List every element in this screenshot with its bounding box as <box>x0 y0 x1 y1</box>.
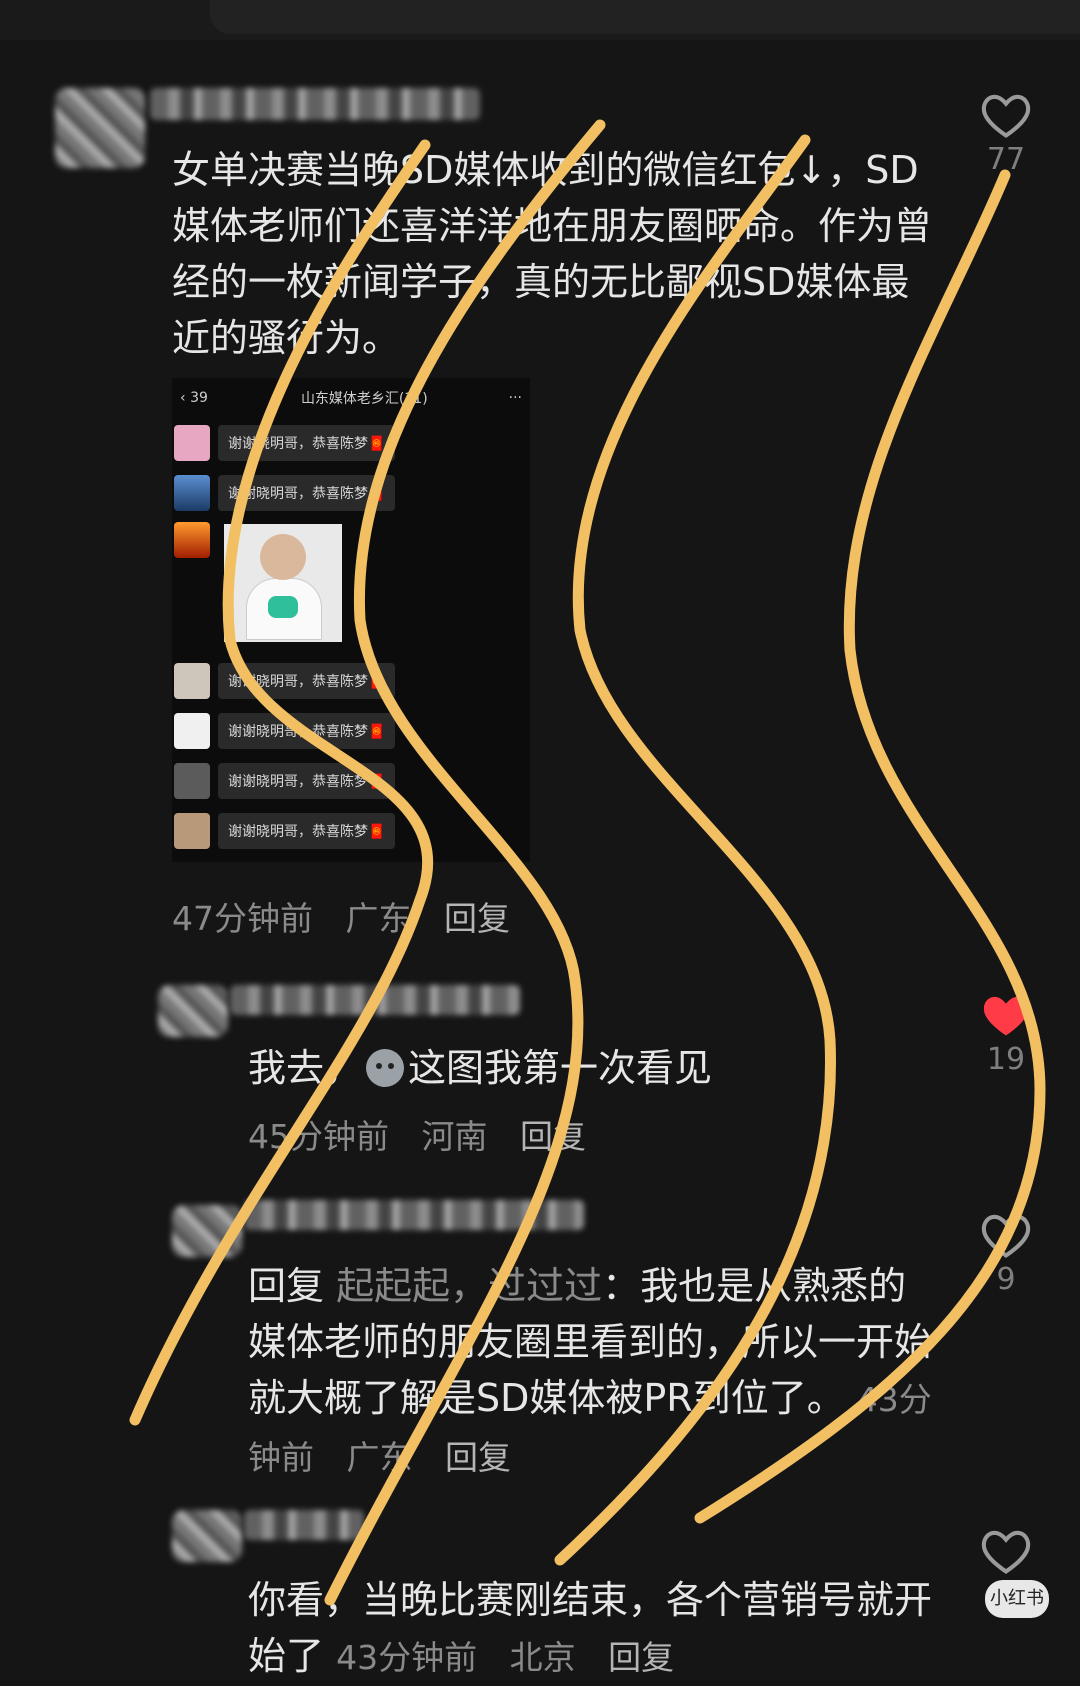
comment-text: 你看，当晚比赛刚结束，各个营销号就开始了 43分钟前 北京 回复 <box>248 1578 933 1678</box>
chat-title: 山东媒体老乡汇(31) <box>300 391 428 407</box>
chat-message: 谢谢晓明哥，恭喜陈梦🧧 <box>172 706 530 756</box>
chat-message: 谢谢晓明哥，恭喜陈梦🧧 <box>172 806 530 856</box>
avatar[interactable] <box>172 1510 242 1562</box>
heart-icon <box>981 94 1031 138</box>
comment-time: 47分钟前 <box>172 899 313 938</box>
sticker-image <box>224 524 342 642</box>
reply-button[interactable]: 回复 <box>445 1438 511 1477</box>
heart-filled-icon <box>983 996 1029 1036</box>
heart-icon <box>981 1214 1031 1258</box>
like-button[interactable]: 19 <box>976 990 1036 1077</box>
comment-location: 广东 <box>346 1438 413 1477</box>
comment-location: 广东 <box>345 899 412 938</box>
chat-message <box>172 518 530 656</box>
chat-bubble: 谢谢晓明哥，恭喜陈梦🧧 <box>218 475 396 511</box>
comment-text: 女单决赛当晚SD媒体收到的微信红包↓，SD媒体老师们还喜洋洋地在朋友圈晒命。作为… <box>172 148 933 360</box>
comment-time: 45分钟前 <box>248 1117 389 1156</box>
chat-bubble: 谢谢晓明哥，恭喜陈梦🧧 <box>218 663 396 699</box>
reply-button[interactable]: 回复 <box>608 1638 674 1677</box>
like-count: 77 <box>986 142 1026 177</box>
comment-location: 北京 <box>509 1638 576 1677</box>
avatar <box>174 663 210 699</box>
status-bar <box>0 0 1080 40</box>
top-search-bar <box>210 0 1080 34</box>
chat-bubble: 谢谢晓明哥，恭喜陈梦🧧 <box>218 763 396 799</box>
comment-meta: 45分钟前 河南 回复 <box>248 1110 608 1158</box>
avatar <box>174 522 210 558</box>
avatar <box>174 713 210 749</box>
comment-text: 我去， 这图我第一次看见 <box>248 1046 713 1090</box>
like-button[interactable]: 77 <box>976 90 1036 177</box>
username-redacted[interactable] <box>230 985 520 1015</box>
username-redacted[interactable] <box>150 88 480 120</box>
like-count: 9 <box>996 1262 1016 1297</box>
back-icon: ‹ 39 <box>180 390 208 406</box>
username-redacted[interactable] <box>244 1510 364 1540</box>
more-icon: ··· <box>508 390 522 406</box>
avatar[interactable] <box>55 88 145 168</box>
chat-bubble: 谢谢晓明哥，恭喜陈梦🧧 <box>218 713 396 749</box>
reply-prefix: 回复 <box>248 1264 325 1308</box>
like-button[interactable] <box>976 1526 1036 1576</box>
reply-button[interactable]: 回复 <box>520 1117 586 1156</box>
avatar <box>174 425 210 461</box>
reply-to-user[interactable]: 起起起，过过过 <box>336 1264 602 1308</box>
comment-time: 43分钟前 <box>336 1638 478 1677</box>
avatar <box>174 475 210 511</box>
avatar[interactable] <box>158 985 228 1037</box>
chat-bubble: 谢谢晓明哥，恭喜陈梦🧧 <box>218 425 396 461</box>
chat-message: 谢谢晓明哥，恭喜陈梦🧧 <box>172 756 530 806</box>
chat-bubble: 谢谢晓明哥，恭喜陈梦🧧 <box>218 813 396 849</box>
like-count: 19 <box>986 1042 1026 1077</box>
reply-button[interactable]: 回复 <box>444 899 510 938</box>
like-button[interactable]: 9 <box>976 1210 1036 1297</box>
chat-message: 谢谢晓明哥，恭喜陈梦🧧 <box>172 468 530 518</box>
chat-header: ‹ 39 山东媒体老乡汇(31) ··· <box>172 378 530 418</box>
unread-count: 39 <box>190 390 208 406</box>
avatar <box>174 763 210 799</box>
embedded-screenshot[interactable]: ‹ 39 山东媒体老乡汇(31) ··· 谢谢晓明哥，恭喜陈梦🧧 谢谢晓明哥，恭… <box>172 378 530 862</box>
avatar[interactable] <box>172 1205 242 1257</box>
avatar <box>174 813 210 849</box>
comment-meta: 43分钟前 北京 回复 <box>336 1638 696 1677</box>
comment-text: 回复 起起起，过过过：我也是从熟悉的媒体老师的朋友圈里看到的，所以一开始就大概了… <box>248 1264 933 1477</box>
chat-message: 谢谢晓明哥，恭喜陈梦🧧 <box>172 418 530 468</box>
comment-location: 河南 <box>421 1117 488 1156</box>
emoji-icon <box>366 1049 405 1087</box>
watermark-logo: 小红书 <box>985 1580 1049 1618</box>
heart-icon <box>981 1530 1031 1574</box>
chat-message: 谢谢晓明哥，恭喜陈梦🧧 <box>172 656 530 706</box>
comment-meta: 47分钟前 广东 回复 <box>172 892 532 940</box>
username-redacted[interactable] <box>244 1200 584 1230</box>
